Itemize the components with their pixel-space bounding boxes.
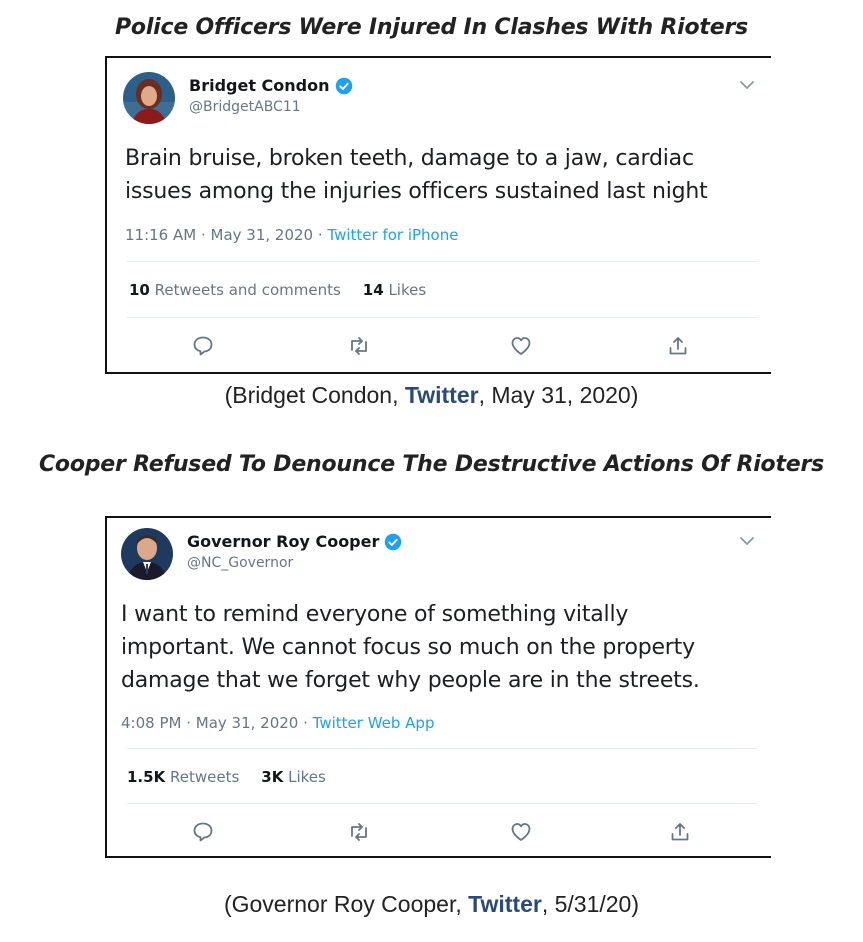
- reply-icon[interactable]: [191, 334, 215, 358]
- tweet-time[interactable]: 11:16 AM: [125, 226, 196, 244]
- divider: [127, 803, 757, 804]
- citation-caption: (Governor Roy Cooper, Twitter, 5/31/20): [0, 891, 863, 918]
- verified-badge-icon: [335, 77, 352, 94]
- author-name[interactable]: Governor Roy Cooper: [187, 532, 402, 551]
- tweet-text-line: issues among the injuries officers susta…: [125, 179, 708, 204]
- citation-caption: (Bridget Condon, Twitter, May 31, 2020): [0, 382, 863, 409]
- retweet-icon[interactable]: [347, 334, 371, 358]
- tweet-time[interactable]: 4:08 PM: [121, 714, 181, 732]
- tweet-card: Governor Roy Cooper @NC_Governor I want …: [105, 516, 771, 858]
- tweet-source[interactable]: Twitter Web App: [313, 714, 435, 732]
- likes-stat[interactable]: 3K Likes: [261, 768, 326, 786]
- retweet-icon[interactable]: [347, 820, 371, 844]
- likes-label: Likes: [288, 768, 326, 786]
- meta-separator: ·: [181, 714, 196, 732]
- caption-prefix: (Bridget Condon,: [224, 382, 405, 408]
- section-heading: Police Officers Were Injured In Clashes …: [114, 15, 749, 40]
- caption-suffix: , 5/31/20): [541, 891, 640, 917]
- like-icon[interactable]: [509, 820, 533, 844]
- meta-separator: ·: [298, 714, 313, 732]
- retweets-count: 1.5K: [127, 768, 166, 786]
- chevron-down-icon[interactable]: [739, 536, 755, 546]
- twitter-link[interactable]: Twitter: [405, 382, 479, 408]
- likes-label: Likes: [388, 281, 427, 299]
- tweet-date[interactable]: May 31, 2020: [211, 226, 314, 244]
- author-name-text: Bridget Condon: [189, 76, 330, 95]
- tweet-card: Bridget Condon @BridgetABC11 Brain bruis…: [105, 56, 771, 374]
- section-heading: Cooper Refused To Denounce The Destructi…: [38, 452, 825, 477]
- tweet-date[interactable]: May 31, 2020: [196, 714, 299, 732]
- tweet-source[interactable]: Twitter for iPhone: [327, 226, 458, 244]
- tweet-meta: 11:16 AM · May 31, 2020 · Twitter for iP…: [125, 226, 458, 244]
- chevron-down-icon[interactable]: [739, 80, 755, 90]
- author-name-text: Governor Roy Cooper: [187, 532, 380, 551]
- tweet-meta: 4:08 PM · May 31, 2020 · Twitter Web App: [121, 714, 434, 732]
- likes-stat[interactable]: 14 Likes: [363, 281, 426, 299]
- tweet-text: I want to remind everyone of something v…: [121, 598, 700, 697]
- meta-separator: ·: [196, 226, 211, 244]
- action-bar: [107, 820, 771, 846]
- tweet-text-line: damage that we forget why people are in …: [121, 668, 700, 693]
- retweets-stat[interactable]: 1.5K Retweets: [127, 768, 239, 786]
- twitter-link[interactable]: Twitter: [468, 891, 542, 917]
- caption-prefix: (Governor Roy Cooper,: [223, 891, 469, 917]
- share-icon[interactable]: [666, 334, 690, 358]
- verified-badge-icon: [385, 533, 402, 550]
- tweet-text-line: I want to remind everyone of something v…: [121, 602, 629, 627]
- retweets-count: 10: [129, 281, 150, 299]
- divider: [127, 748, 757, 749]
- tweet-text-line: important. We cannot focus so much on th…: [121, 635, 695, 660]
- share-icon[interactable]: [668, 820, 692, 844]
- author-name[interactable]: Bridget Condon: [189, 76, 353, 95]
- like-icon[interactable]: [509, 334, 533, 358]
- divider: [127, 261, 757, 262]
- tweet-stats: 1.5K Retweets 3K Likes: [127, 768, 326, 786]
- reply-icon[interactable]: [191, 820, 215, 844]
- author-handle[interactable]: @NC_Governor: [187, 555, 293, 571]
- tweet-text: Brain bruise, broken teeth, damage to a …: [125, 142, 708, 208]
- caption-suffix: , May 31, 2020): [478, 382, 639, 408]
- tweet-text-line: Brain bruise, broken teeth, damage to a …: [125, 146, 694, 171]
- action-bar: [107, 334, 771, 360]
- tweet-stats: 10 Retweets and comments 14 Likes: [129, 281, 426, 299]
- avatar[interactable]: [123, 72, 175, 124]
- divider: [127, 317, 757, 318]
- likes-count: 14: [362, 281, 384, 299]
- avatar[interactable]: [121, 528, 173, 580]
- retweets-stat[interactable]: 10 Retweets and comments: [129, 281, 341, 299]
- retweets-label: Retweets and comments: [154, 281, 341, 299]
- meta-separator: ·: [313, 226, 328, 244]
- retweets-label: Retweets: [169, 768, 240, 786]
- author-handle[interactable]: @BridgetABC11: [189, 99, 301, 115]
- likes-count: 3K: [261, 768, 284, 786]
